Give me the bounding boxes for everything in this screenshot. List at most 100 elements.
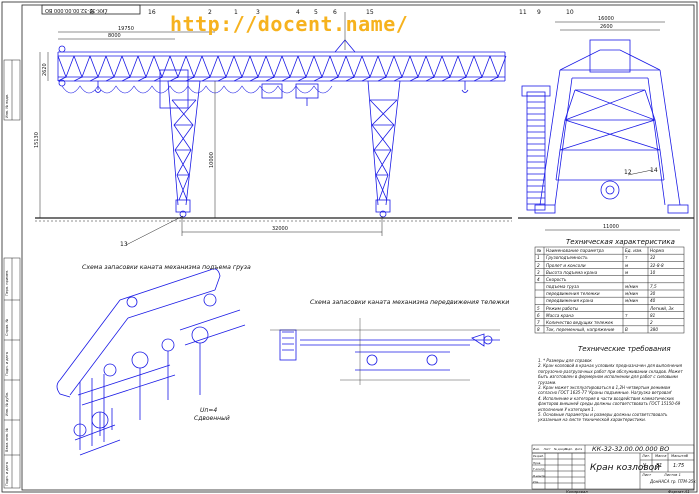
dim-11000: 11000	[603, 224, 619, 230]
spec-header-cell: №	[537, 248, 542, 254]
callout-15: 15	[366, 9, 374, 16]
title-col-scale: Масштаб	[671, 454, 689, 458]
title-role-label: Лист	[543, 447, 551, 451]
callout-8: 8	[90, 9, 94, 16]
lift-scheme-title: Схема запасовки каната механизма подъема…	[82, 264, 251, 271]
side-stamp-label: Подп. и дата	[5, 352, 9, 376]
dim-15130: 15130	[34, 132, 40, 148]
spec-cell: Пролет и консоли	[546, 262, 586, 268]
spec-cell: Масса крана	[546, 312, 574, 318]
spec-cell: 40	[650, 298, 656, 304]
spec-cell: м/мин	[625, 298, 639, 304]
doc-number-top: КК-32-32.00.00.000 ВО	[45, 7, 105, 13]
spec-cell: Ток, переменный, напряжение	[546, 327, 615, 333]
requirements-list: 1. * Размеры для справок 2. Кран козловой…	[538, 358, 688, 423]
callout-1: 1	[234, 9, 238, 16]
callout-4: 4	[296, 9, 300, 16]
spec-cell: Количество ведущих тележек	[546, 319, 614, 325]
callout-12: 12	[624, 169, 632, 176]
title-lit: У	[643, 463, 647, 469]
title-sheets: Листов 1	[664, 473, 681, 477]
trolley-scheme-title: Схема запасовки каната механизма передви…	[310, 299, 510, 306]
spec-cell: В	[625, 327, 628, 333]
callout-5: 5	[314, 9, 318, 16]
title-col-lit: Лит.	[642, 454, 651, 458]
title-name: Кран козловой	[590, 463, 661, 473]
spec-cell: т	[625, 255, 628, 261]
spec-cell: 5	[537, 305, 540, 311]
callout-13: 13	[120, 241, 128, 248]
spec-cell: 81	[650, 312, 656, 318]
spec-cell: 7	[537, 319, 540, 325]
spec-cell: Легкий, 3к	[650, 305, 674, 311]
spec-cell: 32	[650, 255, 656, 261]
side-stamp-label: Перв. примен.	[5, 269, 9, 296]
callout-2: 2	[208, 9, 212, 16]
title-role-label: Утв.	[533, 480, 539, 484]
callout-14: 14	[650, 167, 658, 174]
title-role-label: Изм.	[533, 447, 540, 451]
title-mass: 81	[656, 463, 663, 469]
dim-19750: 19750	[118, 26, 134, 32]
spec-cell: 4	[537, 276, 540, 282]
spec-cell: Высота подъема крана	[546, 269, 598, 275]
dim-8000: 8000	[108, 33, 121, 39]
dim-10000: 10000	[209, 152, 215, 168]
spec-cell: 6	[537, 312, 540, 318]
callout-6: 6	[333, 9, 337, 16]
requirement-item: 3. Кран может эксплуатироваться в 1,2Н ч…	[538, 384, 673, 396]
spec-cell: 2	[537, 262, 540, 268]
spec-cell: Режим работы	[546, 305, 579, 311]
side-stamp-label: Подп. и дата	[5, 462, 9, 486]
drawing-sheet: { "doc_number_top": "КК-32-32.00.00.000 …	[0, 0, 699, 494]
spec-cell: 2	[650, 319, 653, 325]
trolley-rope-scheme	[279, 329, 500, 371]
spec-cell: передвижения тележки	[546, 291, 600, 297]
spec-cell: Грузоподъемность	[546, 255, 588, 261]
title-role-label: Подп.	[564, 447, 573, 451]
requirement-item: 5. Основные параметры и размеры должны с…	[538, 411, 668, 423]
title-org: ДонНАСА гр. ПТМ-35к	[650, 479, 696, 484]
pulley-ratio-label: Uп=4	[200, 407, 218, 414]
side-stamp-label: Справ. №	[5, 318, 9, 336]
side-stamp-label: Инв. № подл.	[5, 93, 9, 118]
spec-title: Техническая характеристика	[566, 238, 675, 246]
callout-9: 9	[537, 9, 541, 16]
callout-3: 3	[256, 9, 260, 16]
title-role-label: Разраб.	[533, 454, 544, 458]
spec-header-cell: Наименование параметра	[546, 248, 604, 254]
spec-cell: 3	[537, 269, 540, 275]
ground-and-dims	[35, 12, 512, 246]
spec-header-cell: Норма	[650, 248, 665, 254]
side-stamp-label: Взам. инв. №	[5, 428, 9, 452]
spec-cell: 32-8-8	[650, 262, 664, 268]
spec-cell: 7,5	[650, 284, 657, 290]
title-role-label: Дата	[575, 447, 583, 451]
trolley-scheme-dims	[270, 318, 500, 385]
pulley-ratio-sublabel: Сдвоенный	[194, 415, 230, 422]
spec-cell: 1	[537, 255, 540, 261]
spec-cell: 10	[650, 269, 656, 275]
crane-front-view	[57, 39, 507, 218]
title-scale: 1:75	[673, 463, 685, 469]
title-role-label: Н.контр.	[533, 473, 546, 478]
spec-cell: м	[625, 262, 629, 268]
spec-cell: Скорость	[546, 276, 567, 282]
dim-2620: 2620	[42, 63, 48, 76]
crane-side-view	[521, 39, 689, 214]
callout-16: 16	[148, 9, 156, 16]
callout-7: 7	[104, 9, 108, 16]
spec-cell: передвижения крана	[546, 298, 594, 304]
title-doc-number: КК-32-32.00.00.000 ВО	[592, 445, 670, 453]
spec-cell: м/мин	[625, 291, 639, 297]
spec-cell: 8	[537, 327, 540, 333]
title-format: Формат А1	[668, 489, 690, 494]
spec-cell: т	[625, 312, 628, 318]
requirement-item: 2. Кран козловой в кранах условиях предн…	[538, 363, 683, 385]
title-col-mass: Масса	[655, 454, 667, 458]
requirement-item: 4. Исполнение и категория в части воздей…	[538, 395, 681, 412]
title-copied: Копировал	[566, 489, 588, 494]
spec-cell: м/мин	[625, 284, 639, 290]
title-sheet: Лист	[642, 473, 652, 477]
spec-header-cell: Ед. изм.	[625, 248, 643, 254]
